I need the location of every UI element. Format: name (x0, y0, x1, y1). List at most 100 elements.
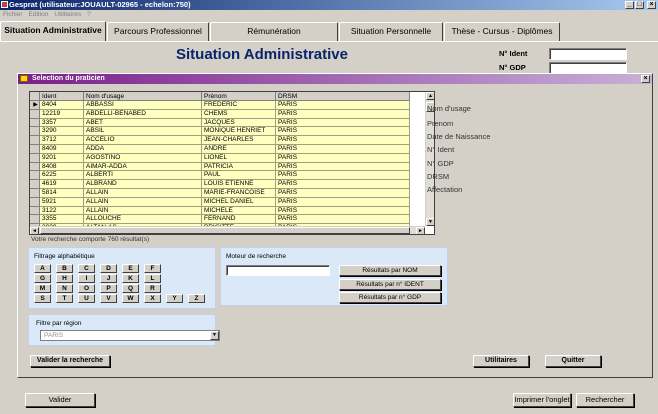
quit-button[interactable]: Quitter (545, 355, 601, 367)
scroll-left-icon[interactable]: ◄ (30, 227, 39, 234)
letter-button-f[interactable]: F (144, 264, 161, 273)
results-by-ident-button[interactable]: Résultats par n° IDENT (339, 279, 441, 290)
row-indicator[interactable] (30, 215, 40, 225)
letter-button-q[interactable]: Q (122, 284, 139, 293)
row-indicator[interactable] (30, 171, 40, 181)
letter-button-v[interactable]: V (100, 294, 117, 303)
table-cell: PAUL (202, 171, 276, 181)
letter-button-t[interactable]: T (56, 294, 73, 303)
table-row[interactable]: 9201 AGOSTINO LIONEL PARIS (30, 153, 410, 163)
side-label-prenom: Prenom (427, 119, 454, 128)
ident-field[interactable] (549, 48, 627, 60)
row-indicator[interactable] (30, 127, 40, 137)
search-button[interactable]: Rechercher (576, 393, 634, 407)
row-indicator[interactable] (30, 153, 40, 163)
table-row[interactable]: 3357 ABET JACQUES PARIS (30, 118, 410, 128)
letter-button-j[interactable]: J (100, 274, 117, 283)
minimize-icon[interactable]: _ (625, 1, 634, 9)
app-icon (1, 1, 8, 8)
row-indicator[interactable] (30, 206, 40, 216)
tab-situation-administrative[interactable]: Situation Administrative (0, 21, 106, 41)
letter-button-y[interactable]: Y (166, 294, 183, 303)
menu-help[interactable]: ? (87, 10, 91, 20)
letter-button-b[interactable]: B (56, 264, 73, 273)
table-row[interactable]: 5921 ALLAIN MICHEL DANIEL PARIS (30, 197, 410, 207)
menu-edition[interactable]: Edition (29, 10, 49, 20)
table-cell: ACCELIO (84, 136, 202, 145)
table-cell: PARIS (276, 215, 410, 225)
letter-button-x[interactable]: X (144, 294, 161, 303)
table-row[interactable]: 3290 ABSIL MONIQUE HENRIET PARIS (30, 127, 410, 137)
row-indicator[interactable] (30, 118, 40, 128)
letter-button-r[interactable]: R (144, 284, 161, 293)
chevron-down-icon[interactable]: ▼ (210, 331, 219, 340)
menu-fichier[interactable]: Fichier (3, 10, 23, 20)
horizontal-scrollbar[interactable]: ◄ ► (30, 226, 425, 234)
current-row-indicator-icon[interactable]: ▶ (30, 101, 40, 110)
results-by-nom-button[interactable]: Résultats par NOM (339, 265, 441, 276)
scroll-right-icon[interactable]: ► (416, 227, 425, 234)
table-row[interactable]: 5814 ALLAIN MARIE-FRANCOISE PARIS (30, 188, 410, 198)
search-input[interactable] (226, 265, 330, 276)
scroll-down-icon[interactable]: ▼ (426, 218, 434, 226)
table-cell: 12219 (40, 109, 84, 119)
results-by-gdp-button[interactable]: Résultats par n° GDP (339, 292, 441, 303)
table-row[interactable]: 3355 ALLOUCHE FERNAND PARIS (30, 215, 410, 225)
letter-button-u[interactable]: U (78, 294, 95, 303)
letter-button-l[interactable]: L (144, 274, 161, 283)
letter-button-d[interactable]: D (100, 264, 117, 273)
table-cell: 6225 (40, 171, 84, 181)
table-row[interactable]: 8408 AIMAR-ADDA PATRICIA PARIS (30, 162, 410, 172)
close-icon[interactable]: × (647, 1, 656, 9)
maximize-icon[interactable]: □ (635, 1, 644, 9)
tab-parcours-professionnel[interactable]: Parcours Professionnel (107, 22, 209, 41)
letter-button-m[interactable]: M (34, 284, 51, 293)
region-select[interactable]: PARIS ▼ (40, 330, 220, 341)
col-prenom[interactable]: Prénom (202, 92, 276, 101)
letter-button-o[interactable]: O (78, 284, 95, 293)
letter-button-z[interactable]: Z (188, 294, 205, 303)
letter-button-h[interactable]: H (56, 274, 73, 283)
row-indicator[interactable] (30, 188, 40, 198)
tab-remuneration[interactable]: Rémunération (210, 22, 338, 41)
letter-button-i[interactable]: I (78, 274, 95, 283)
table-row[interactable]: 3122 ALLAIN MICHELE PARIS (30, 206, 410, 216)
table-row[interactable]: 6225 ALBERTI PAUL PARIS (30, 171, 410, 181)
table-cell: MICHELE (202, 206, 276, 216)
praticien-grid[interactable]: Ident Nom d'usage Prénom DRSM ▶ 8404 ABBAS… (29, 91, 435, 235)
letter-button-c[interactable]: C (78, 264, 95, 273)
table-row[interactable]: ▶ 8404 ABBASSI FREDERIC PARIS (30, 101, 410, 110)
table-row[interactable]: 12219 ABDELLI-BENABED CHEMS PARIS (30, 109, 410, 119)
letter-button-n[interactable]: N (56, 284, 73, 293)
row-indicator[interactable] (30, 136, 40, 145)
row-indicator[interactable] (30, 144, 40, 154)
menu-utilitaires[interactable]: Utilitaires (54, 10, 81, 20)
table-row[interactable]: 3712 ACCELIO JEAN-CHARLES PARIS (30, 136, 410, 145)
col-drsm[interactable]: DRSM (276, 92, 410, 101)
utilities-button[interactable]: Utilitaires (473, 355, 529, 367)
letter-button-g[interactable]: G (34, 274, 51, 283)
tab-these-cursus-diplomes[interactable]: Thèse - Cursus - Diplômes (444, 22, 560, 41)
scroll-up-icon[interactable]: ▲ (426, 92, 434, 100)
letter-button-e[interactable]: E (122, 264, 139, 273)
letter-button-w[interactable]: W (122, 294, 139, 303)
letter-button-p[interactable]: P (100, 284, 117, 293)
letter-button-s[interactable]: S (34, 294, 51, 303)
dialog-title: Selection du praticien (32, 75, 105, 82)
hscroll-thumb[interactable] (40, 227, 410, 234)
table-row[interactable]: 8409 ADDA ANDRE PARIS (30, 144, 410, 154)
tab-situation-personnelle[interactable]: Situation Personnelle (339, 22, 443, 41)
col-nom[interactable]: Nom d'usage (84, 92, 202, 101)
col-ident[interactable]: Ident (40, 92, 84, 101)
table-row[interactable]: 4619 ALBRAND LOUIS ETIENNE PARIS (30, 180, 410, 189)
letter-button-k[interactable]: K (122, 274, 139, 283)
row-indicator[interactable] (30, 180, 40, 189)
row-indicator[interactable] (30, 109, 40, 119)
valider-button[interactable]: Valider (25, 393, 95, 407)
dialog-close-icon[interactable]: × (641, 75, 650, 83)
row-indicator[interactable] (30, 162, 40, 172)
validate-search-button[interactable]: Valider la recherche (30, 355, 110, 367)
letter-button-a[interactable]: A (34, 264, 51, 273)
row-indicator[interactable] (30, 197, 40, 207)
print-tab-button[interactable]: Imprimer l'onglet (513, 393, 571, 407)
